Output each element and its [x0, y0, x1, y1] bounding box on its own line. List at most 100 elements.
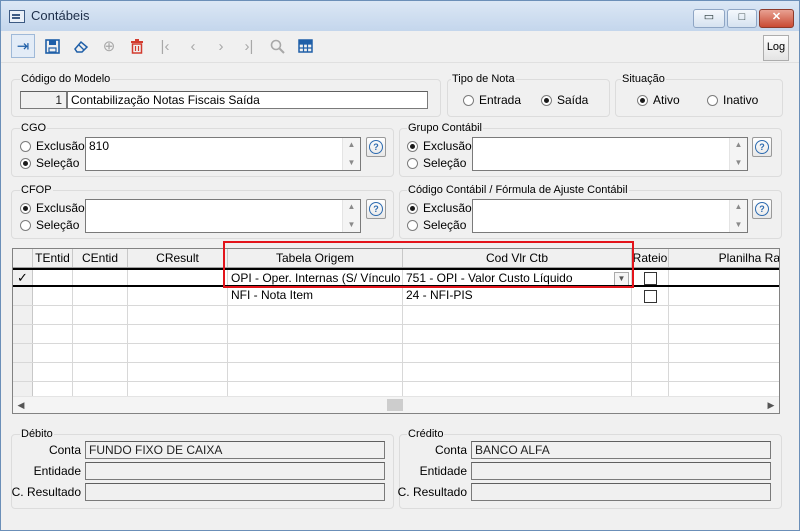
- search-icon[interactable]: [265, 34, 289, 58]
- cfop-memo[interactable]: ▲ ▼: [85, 199, 361, 233]
- empty-cell[interactable]: [403, 382, 632, 397]
- scroll-down-icon[interactable]: ▼: [343, 156, 360, 170]
- empty-row[interactable]: [13, 382, 779, 397]
- empty-row[interactable]: [13, 325, 779, 344]
- rules-grid[interactable]: TEntid CEntid CResult Tabela Origem Cod …: [12, 248, 780, 414]
- minimize-button[interactable]: ▭: [693, 9, 725, 28]
- cell-rateio[interactable]: [632, 270, 669, 285]
- grupo-help-button[interactable]: ?: [752, 137, 772, 157]
- empty-cell[interactable]: [228, 382, 403, 397]
- cfop-help-button[interactable]: ?: [366, 199, 386, 219]
- scroll-up-icon[interactable]: ▲: [730, 200, 747, 214]
- empty-cell[interactable]: [403, 306, 632, 324]
- empty-cell[interactable]: [632, 382, 669, 397]
- previous-record-icon[interactable]: ‹: [181, 34, 205, 58]
- empty-cell[interactable]: [73, 325, 128, 343]
- empty-cell[interactable]: [33, 382, 73, 397]
- codigo-selecao-radio[interactable]: Seleção: [407, 218, 466, 232]
- empty-row[interactable]: [13, 363, 779, 382]
- empty-cell[interactable]: [73, 363, 128, 381]
- empty-cell[interactable]: [73, 344, 128, 362]
- tipo-nota-entrada-radio[interactable]: Entrada: [463, 93, 521, 107]
- scroll-right-icon[interactable]: ▶: [763, 397, 779, 413]
- cell-planilha[interactable]: [669, 270, 779, 285]
- empty-cell[interactable]: [403, 344, 632, 362]
- codigo-contabil-memo[interactable]: ▲ ▼: [472, 199, 748, 233]
- header-cresult[interactable]: CResult: [128, 249, 228, 267]
- empty-cell[interactable]: [228, 363, 403, 381]
- exit-icon[interactable]: ⇥: [11, 34, 35, 58]
- empty-cell[interactable]: [33, 344, 73, 362]
- cgo-exclusao-radio[interactable]: Exclusão: [20, 139, 85, 153]
- empty-row[interactable]: [13, 344, 779, 363]
- header-planilha[interactable]: Planilha Ra: [669, 249, 779, 267]
- grupo-contabil-memo[interactable]: ▲ ▼: [472, 137, 748, 171]
- empty-cell[interactable]: [128, 382, 228, 397]
- credito-resultado-field[interactable]: [471, 483, 771, 501]
- header-centid[interactable]: CEntid: [73, 249, 128, 267]
- header-cod-vlr-ctb[interactable]: Cod Vlr Ctb: [403, 249, 632, 267]
- cell-centid[interactable]: [73, 270, 128, 285]
- debito-resultado-field[interactable]: [85, 483, 385, 501]
- credito-conta-field[interactable]: BANCO ALFA: [471, 441, 771, 459]
- empty-cell[interactable]: [403, 325, 632, 343]
- empty-cell[interactable]: [33, 325, 73, 343]
- table-row[interactable]: ✓ OPI - Oper. Internas (S/ Vínculo NF 75…: [13, 268, 779, 287]
- empty-cell[interactable]: [128, 325, 228, 343]
- cfop-exclusao-radio[interactable]: Exclusão: [20, 201, 85, 215]
- empty-cell[interactable]: [33, 363, 73, 381]
- add-icon[interactable]: ⊕: [97, 34, 121, 58]
- grid-horizontal-scrollbar[interactable]: ◀ ▶: [13, 396, 779, 413]
- cgo-selecao-radio[interactable]: Seleção: [20, 156, 79, 170]
- grupo-selecao-radio[interactable]: Seleção: [407, 156, 466, 170]
- header-rateio[interactable]: Rateio: [632, 249, 669, 267]
- scroll-up-icon[interactable]: ▲: [343, 138, 360, 152]
- rateio-checkbox[interactable]: [644, 290, 657, 303]
- cell-cresult[interactable]: [128, 270, 228, 285]
- cell-tabela-origem[interactable]: NFI - Nota Item: [228, 287, 403, 305]
- scroll-left-icon[interactable]: ◀: [13, 397, 29, 413]
- header-tabela-origem[interactable]: Tabela Origem: [228, 249, 403, 267]
- cell-cod-vlr-ctb[interactable]: 751 - OPI - Valor Custo Líquido ▼: [403, 270, 632, 285]
- cfop-scrollbar[interactable]: ▲ ▼: [342, 200, 360, 232]
- scroll-down-icon[interactable]: ▼: [730, 156, 747, 170]
- tipo-nota-saida-radio[interactable]: Saída: [541, 93, 588, 107]
- table-row[interactable]: NFI - Nota Item 24 - NFI-PIS: [13, 287, 779, 306]
- scroll-down-icon[interactable]: ▼: [343, 218, 360, 232]
- debito-entidade-field[interactable]: [85, 462, 385, 480]
- situacao-inativo-radio[interactable]: Inativo: [707, 93, 758, 107]
- cell-centid[interactable]: [73, 287, 128, 305]
- cell-cresult[interactable]: [128, 287, 228, 305]
- empty-cell[interactable]: [228, 344, 403, 362]
- header-tentid[interactable]: TEntid: [33, 249, 73, 267]
- cell-rateio[interactable]: [632, 287, 669, 305]
- codigo-scrollbar[interactable]: ▲ ▼: [729, 200, 747, 232]
- cell-tentid[interactable]: [33, 270, 73, 285]
- empty-row[interactable]: [13, 306, 779, 325]
- last-record-icon[interactable]: ›|: [237, 34, 261, 58]
- empty-cell[interactable]: [228, 325, 403, 343]
- empty-cell[interactable]: [73, 382, 128, 397]
- maximize-button[interactable]: □: [727, 9, 757, 28]
- scroll-down-icon[interactable]: ▼: [730, 218, 747, 232]
- close-button[interactable]: ✕: [759, 9, 794, 28]
- credito-entidade-field[interactable]: [471, 462, 771, 480]
- delete-icon[interactable]: [125, 34, 149, 58]
- grupo-exclusao-radio[interactable]: Exclusão: [407, 139, 472, 153]
- eraser-icon[interactable]: [69, 34, 93, 58]
- grupo-scrollbar[interactable]: ▲ ▼: [729, 138, 747, 170]
- cgo-scrollbar[interactable]: ▲ ▼: [342, 138, 360, 170]
- empty-cell[interactable]: [632, 344, 669, 362]
- save-icon[interactable]: [40, 34, 64, 58]
- empty-cell[interactable]: [228, 306, 403, 324]
- next-record-icon[interactable]: ›: [209, 34, 233, 58]
- empty-cell[interactable]: [128, 306, 228, 324]
- debito-conta-field[interactable]: FUNDO FIXO DE CAIXA: [85, 441, 385, 459]
- cell-tentid[interactable]: [33, 287, 73, 305]
- empty-cell[interactable]: [73, 306, 128, 324]
- empty-cell[interactable]: [632, 306, 669, 324]
- empty-cell[interactable]: [128, 344, 228, 362]
- situacao-ativo-radio[interactable]: Ativo: [637, 93, 680, 107]
- empty-cell[interactable]: [632, 363, 669, 381]
- cell-planilha[interactable]: [669, 287, 779, 305]
